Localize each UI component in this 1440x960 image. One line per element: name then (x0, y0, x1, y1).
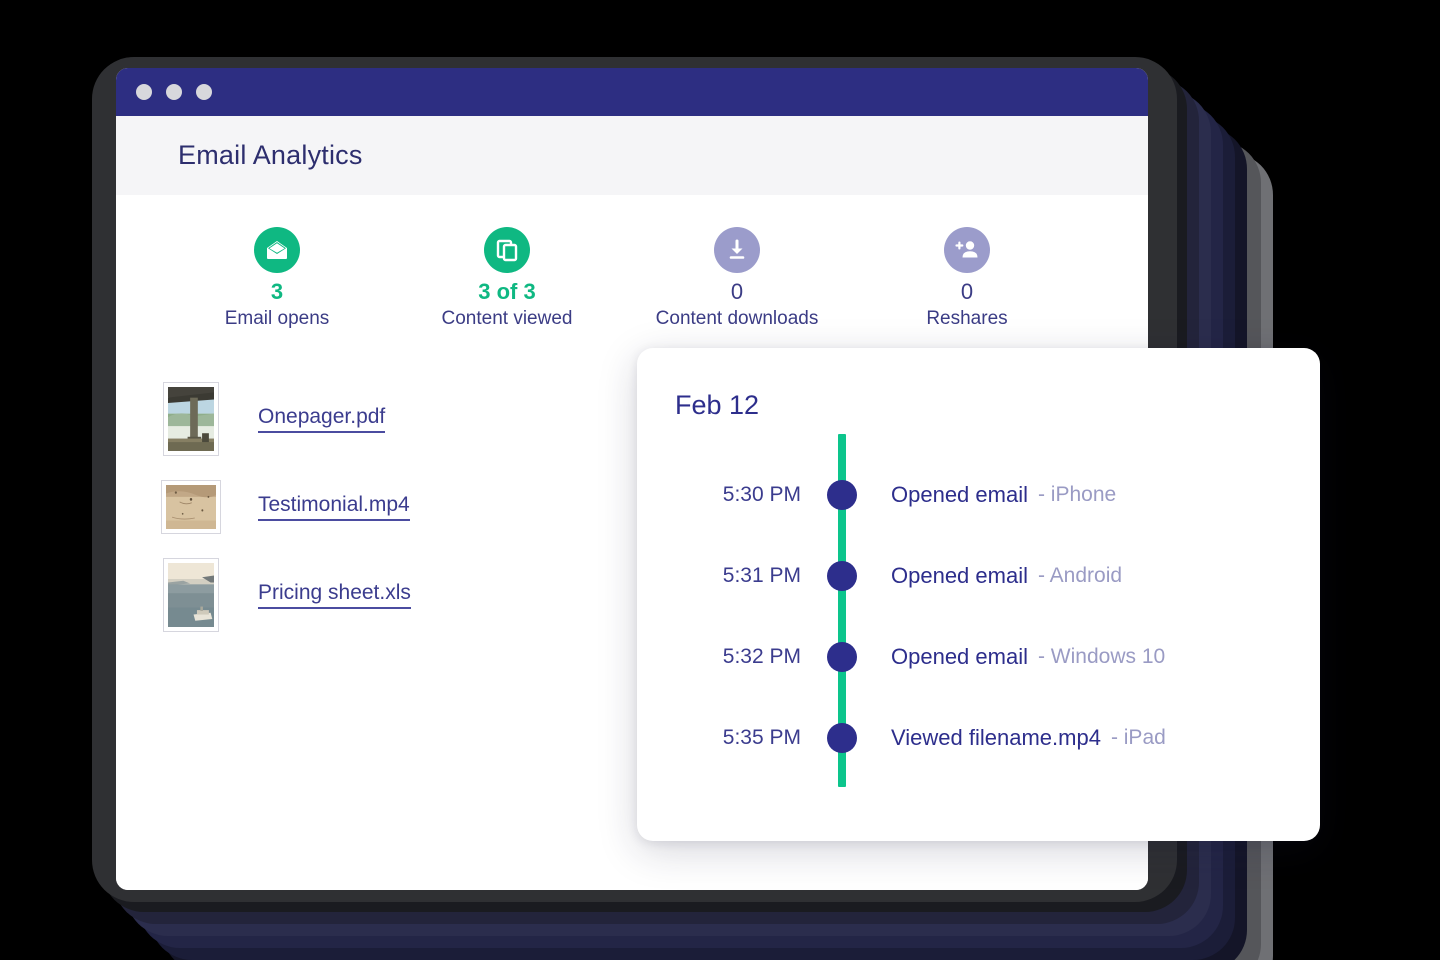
event-device: - iPhone (1037, 482, 1117, 506)
add-person-icon (944, 227, 990, 273)
file-name-link[interactable]: Pricing sheet.xls (258, 581, 411, 609)
event-time: 5:35 PM (722, 725, 801, 749)
timeline-dot-icon (827, 722, 857, 753)
stat-email-opens[interactable]: 3 Email opens (162, 227, 392, 330)
stat-label: Reshares (926, 308, 1008, 329)
event-time: 5:30 PM (722, 482, 801, 506)
close-icon[interactable] (136, 84, 152, 100)
stat-label: Email opens (224, 308, 330, 329)
event-device: - Windows 10 (1037, 644, 1166, 668)
stat-value: 3 (270, 279, 284, 304)
copy-pages-icon (484, 227, 530, 273)
stat-value: 0 (730, 279, 744, 304)
stats-summary-row: 3 Email opens 3 of 3 Content viewed 0 Co… (162, 227, 1082, 330)
event-device: - iPad (1110, 725, 1166, 749)
timeline-event[interactable]: 5:30 PM Opened email - iPhone (637, 454, 1320, 535)
stat-content-viewed[interactable]: 3 of 3 Content viewed (392, 227, 622, 330)
stat-content-downloads[interactable]: 0 Content downloads (622, 227, 852, 330)
download-icon (714, 227, 760, 273)
event-action: Opened email (891, 562, 1028, 588)
event-time: 5:32 PM (722, 644, 801, 668)
thumbnail-wrapper (162, 382, 220, 456)
event-time: 5:31 PM (722, 563, 801, 587)
activity-timeline-card: Feb 12 5:30 PM Opened email - iPhone 5:3… (637, 348, 1320, 841)
minimize-icon[interactable] (166, 84, 182, 100)
event-action: Opened email (891, 481, 1028, 507)
event-action: Viewed filename.mp4 (891, 724, 1101, 750)
stat-label: Content downloads (655, 308, 819, 329)
timeline-event[interactable]: 5:31 PM Opened email - Android (637, 535, 1320, 616)
file-name-link[interactable]: Onepager.pdf (258, 405, 386, 433)
stat-value: 3 of 3 (478, 279, 536, 304)
browser-titlebar (116, 68, 1148, 116)
timeline-event[interactable]: 5:35 PM Viewed filename.mp4 - iPad (637, 697, 1320, 778)
timeline-event-list: 5:30 PM Opened email - iPhone 5:31 PM Op… (637, 454, 1320, 778)
pier-photo-thumbnail (163, 382, 219, 456)
timeline-dot-icon (827, 479, 857, 510)
event-device: - Android (1037, 563, 1123, 587)
timeline-event[interactable]: 5:32 PM Opened email - Windows 10 (637, 616, 1320, 697)
thumbnail-wrapper (162, 558, 220, 632)
stat-label: Content viewed (441, 308, 573, 329)
file-name-link[interactable]: Testimonial.mp4 (258, 493, 410, 521)
page-title: Email Analytics (178, 140, 363, 170)
timeline-dot-icon (827, 560, 857, 591)
sand-photo-thumbnail (161, 480, 221, 534)
stat-reshares[interactable]: 0 Reshares (852, 227, 1082, 330)
thumbnail-wrapper (161, 480, 221, 534)
boat-photo-thumbnail (163, 558, 219, 632)
maximize-icon[interactable] (196, 84, 212, 100)
screenshot-root: Email Analytics 3 Email opens 3 of 3 Con… (0, 0, 1440, 960)
timeline-date-heading: Feb 12 (675, 390, 760, 420)
event-action: Opened email (891, 643, 1028, 669)
app-header: Email Analytics (116, 116, 1148, 195)
timeline-dot-icon (827, 641, 857, 672)
stat-value: 0 (960, 279, 974, 304)
open-envelope-icon (254, 227, 300, 273)
